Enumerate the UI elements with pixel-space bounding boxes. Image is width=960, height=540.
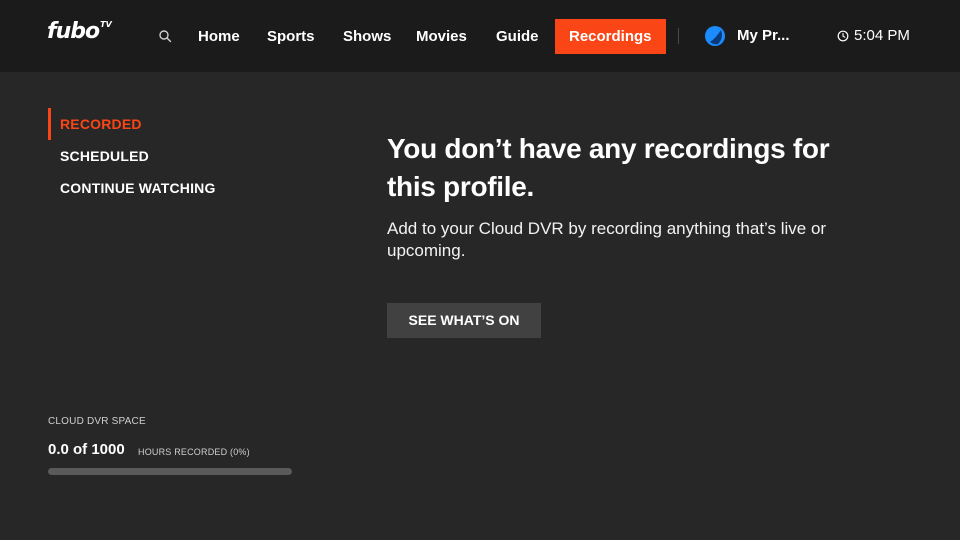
nav-sports[interactable]: Sports bbox=[267, 19, 315, 54]
nav-movies[interactable]: Movies bbox=[416, 19, 467, 54]
current-time: 5:04 PM bbox=[854, 27, 910, 44]
dvr-hours-value: 0.0 of 1000 bbox=[48, 441, 125, 458]
profile-name[interactable]: My Pr... bbox=[737, 27, 790, 45]
recordings-sidebar: RECORDED SCHEDULED CONTINUE WATCHING bbox=[48, 108, 308, 204]
sidebar-item-continue-watching[interactable]: CONTINUE WATCHING bbox=[48, 172, 308, 204]
fubo-logo[interactable]: fubo TV bbox=[47, 18, 112, 46]
nav-shows[interactable]: Shows bbox=[343, 19, 391, 54]
logo-tv-mark: TV bbox=[100, 20, 112, 29]
empty-state-title: You don’t have any recordings for this p… bbox=[387, 133, 830, 202]
dvr-usage-bar bbox=[48, 468, 292, 475]
nav-home[interactable]: Home bbox=[198, 19, 240, 54]
dvr-hours-unit: HOURS RECORDED (0%) bbox=[138, 447, 250, 457]
empty-state-subtitle: Add to your Cloud DVR by recording anyth… bbox=[387, 219, 827, 260]
see-whats-on-button[interactable]: SEE WHAT’S ON bbox=[387, 303, 541, 338]
top-navigation-bar: fubo TV Home Sports Shows Movies Guide R… bbox=[0, 0, 960, 72]
empty-state: You don’t have any recordings for this p… bbox=[387, 130, 847, 262]
sidebar-item-recorded[interactable]: RECORDED bbox=[48, 108, 308, 140]
dvr-space-label: CLOUD DVR SPACE bbox=[48, 416, 146, 427]
nav-guide[interactable]: Guide bbox=[496, 19, 539, 54]
logo-text: fubo bbox=[47, 19, 100, 44]
sidebar-item-scheduled[interactable]: SCHEDULED bbox=[48, 140, 308, 172]
search-icon[interactable] bbox=[158, 29, 172, 43]
nav-divider bbox=[678, 28, 679, 44]
profile-avatar-icon[interactable] bbox=[705, 26, 725, 46]
nav-recordings[interactable]: Recordings bbox=[555, 19, 666, 54]
clock-icon bbox=[837, 30, 849, 42]
